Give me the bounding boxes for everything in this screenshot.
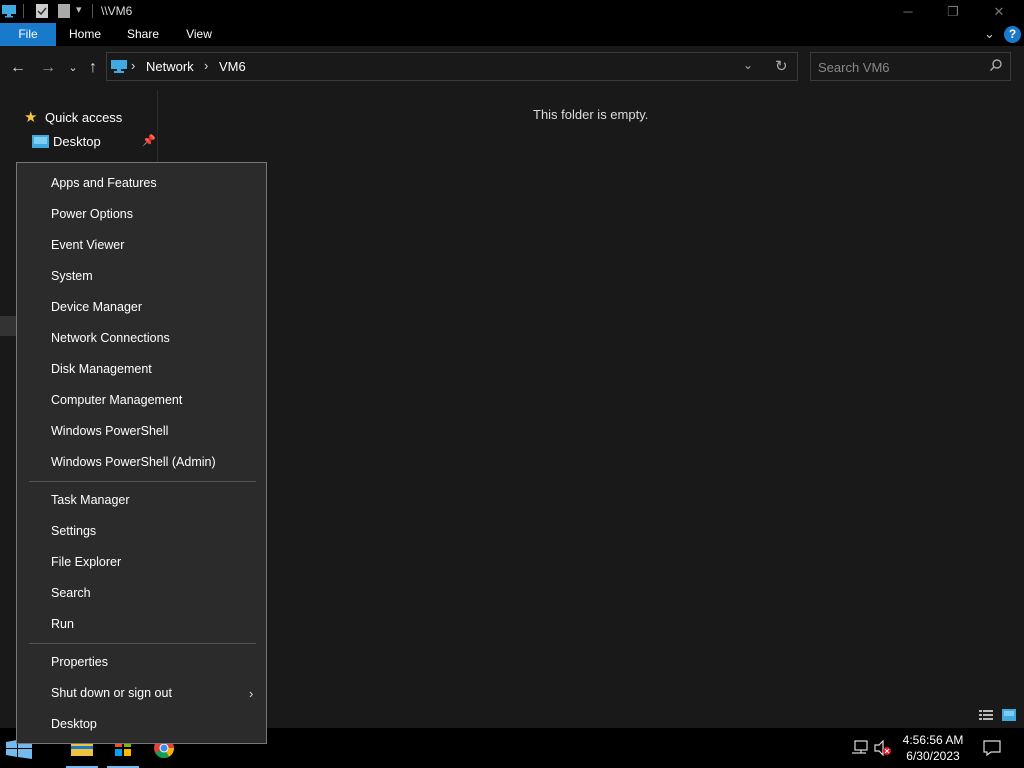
menu-item-apps-and-features[interactable]: Apps and Features — [17, 168, 266, 199]
menu-item-settings[interactable]: Settings — [17, 516, 266, 547]
search-input[interactable] — [818, 58, 978, 76]
window-title: \\VM6 — [101, 4, 133, 18]
restore-button[interactable]: ❐ — [930, 0, 976, 23]
menu-item-label: Desktop — [51, 717, 97, 731]
menu-item-properties[interactable]: Properties — [17, 647, 266, 678]
computer-icon — [2, 5, 16, 18]
star-icon: ★ — [24, 109, 38, 126]
nav-item-label: Quick access — [45, 110, 123, 125]
minimize-button[interactable]: ─ — [885, 0, 931, 23]
volume-muted-icon[interactable] — [874, 740, 892, 756]
nav-item-quick-access[interactable]: ★ Quick access — [0, 107, 158, 129]
breadcrumb-chevron-icon[interactable]: › — [204, 58, 208, 73]
pin-icon[interactable]: 📌 — [142, 134, 156, 147]
expand-ribbon-chevron-icon[interactable]: ⌄ — [984, 26, 995, 42]
menu-item-desktop[interactable]: Desktop — [17, 709, 266, 740]
empty-folder-message: This folder is empty. — [533, 107, 649, 122]
large-icons-view-icon[interactable] — [1002, 709, 1016, 721]
forward-arrow-icon[interactable]: → — [37, 57, 59, 79]
toolbar-separator — [23, 4, 24, 18]
desktop-folder-icon — [32, 135, 49, 148]
ribbon: File Home Share View ⌄ ? — [0, 23, 1024, 46]
menu-item-task-manager[interactable]: Task Manager — [17, 485, 266, 516]
network-icon[interactable] — [850, 740, 868, 756]
tab-view[interactable]: View — [180, 23, 218, 46]
tab-share[interactable]: Share — [122, 23, 164, 46]
address-row: ← → ⌄ ↑ › Network › VM6 ⌄ ↻ — [0, 46, 1024, 90]
menu-item-label: Event Viewer — [51, 238, 125, 252]
menu-separator — [29, 643, 256, 644]
menu-item-label: Task Manager — [51, 493, 130, 507]
content-pane[interactable]: This folder is empty. — [159, 90, 1024, 702]
menu-item-system[interactable]: System — [17, 261, 266, 292]
menu-item-computer-management[interactable]: Computer Management — [17, 385, 266, 416]
back-arrow-icon[interactable]: ← — [7, 57, 29, 79]
nav-item-desktop[interactable]: Desktop 📌 — [0, 131, 158, 153]
menu-item-label: Windows PowerShell (Admin) — [51, 455, 216, 469]
recent-locations-chevron-icon[interactable]: ⌄ — [62, 57, 84, 79]
menu-separator — [29, 481, 256, 482]
search-box[interactable] — [810, 52, 1011, 81]
breadcrumb-vm6[interactable]: VM6 — [219, 59, 246, 74]
system-clock[interactable]: 4:56:56 AM 6/30/2023 — [893, 732, 973, 764]
menu-item-label: Settings — [51, 524, 97, 538]
menu-item-label: Computer Management — [51, 393, 183, 407]
details-view-icon[interactable] — [979, 709, 993, 721]
power-user-menu: Apps and Features Power Options Event View… — [16, 162, 267, 744]
title-bar: ▾ \\VM6 ─ ❐ ✕ — [0, 0, 1024, 23]
network-computer-icon — [111, 60, 127, 73]
menu-item-network-connections[interactable]: Network Connections — [17, 323, 266, 354]
toolbar-separator — [92, 4, 93, 18]
menu-item-search[interactable]: Search — [17, 578, 266, 609]
menu-item-windows-powershell[interactable]: Windows PowerShell — [17, 416, 266, 447]
menu-item-label: Disk Management — [51, 362, 152, 376]
menu-item-label: Apps and Features — [51, 176, 157, 190]
menu-item-label: Network Connections — [51, 331, 170, 345]
menu-item-label: Properties — [51, 655, 108, 669]
nav-item-label: Desktop — [53, 134, 101, 149]
clock-date: 6/30/2023 — [906, 749, 960, 763]
refresh-icon[interactable]: ↻ — [775, 57, 788, 75]
menu-item-label: Windows PowerShell — [51, 424, 169, 438]
menu-item-power-options[interactable]: Power Options — [17, 199, 266, 230]
menu-item-file-explorer[interactable]: File Explorer — [17, 547, 266, 578]
menu-item-event-viewer[interactable]: Event Viewer — [17, 230, 266, 261]
breadcrumb-network[interactable]: Network — [146, 59, 194, 74]
submenu-chevron-icon: › — [249, 686, 254, 701]
menu-item-label: Shut down or sign out — [51, 686, 172, 700]
menu-item-run[interactable]: Run — [17, 609, 266, 640]
up-arrow-icon[interactable]: ↑ — [82, 57, 104, 79]
close-button[interactable]: ✕ — [976, 0, 1022, 23]
action-center-icon[interactable] — [983, 740, 1001, 756]
menu-item-label: Device Manager — [51, 300, 143, 314]
customize-toolbar-chevron-icon[interactable]: ▾ — [76, 3, 82, 16]
menu-item-label: System — [51, 269, 93, 283]
nav-selection-highlight — [0, 316, 16, 336]
menu-item-label: Power Options — [51, 207, 133, 221]
breadcrumb-chevron-icon[interactable]: › — [131, 58, 135, 73]
properties-icon[interactable] — [34, 3, 50, 19]
menu-item-label: Search — [51, 586, 91, 600]
tab-file[interactable]: File — [0, 23, 56, 46]
menu-item-label: Run — [51, 617, 74, 631]
tab-home[interactable]: Home — [62, 23, 108, 46]
help-icon[interactable]: ? — [1004, 26, 1021, 43]
clock-time: 4:56:56 AM — [902, 733, 964, 747]
address-dropdown-chevron-icon[interactable]: ⌄ — [743, 58, 753, 72]
address-bar[interactable]: › Network › VM6 ⌄ ↻ — [106, 52, 798, 81]
menu-item-shut-down-or-sign-out[interactable]: Shut down or sign out › — [17, 678, 266, 709]
menu-item-device-manager[interactable]: Device Manager — [17, 292, 266, 323]
new-folder-icon[interactable] — [56, 3, 72, 19]
menu-item-disk-management[interactable]: Disk Management — [17, 354, 266, 385]
search-icon[interactable] — [989, 58, 1003, 72]
menu-item-windows-powershell-admin[interactable]: Windows PowerShell (Admin) — [17, 447, 266, 478]
menu-item-label: File Explorer — [51, 555, 122, 569]
